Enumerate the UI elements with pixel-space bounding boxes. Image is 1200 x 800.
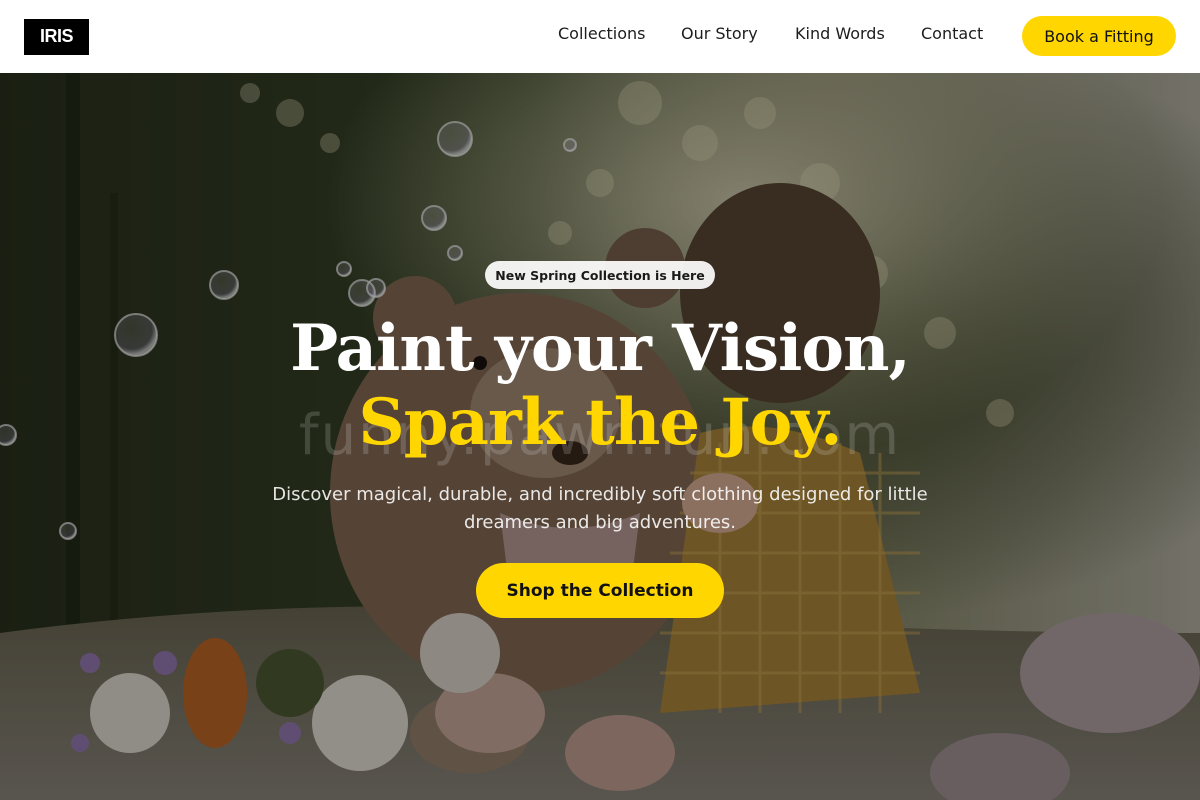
book-fitting-button[interactable]: Book a Fitting [1022,16,1176,56]
nav-link-kind-words[interactable]: Kind Words [795,24,885,43]
hero-content: funny.pawn.fun.com New Spring Collection… [0,73,1200,800]
nav-link-contact[interactable]: Contact [921,24,983,43]
hero-headline-accent: Spark the Joy. [358,385,843,460]
hero-headline: Paint your Vision, [290,311,911,386]
site-header: IRIS Collections Our Story Kind Words Co… [0,0,1200,73]
main-nav: Collections Our Story Kind Words Contact… [0,0,1200,73]
hero-subtitle: Discover magical, durable, and incredibl… [272,484,928,533]
hero-section: funny.pawn.fun.com New Spring Collection… [0,73,1200,800]
announcement-badge: New Spring Collection is Here [485,261,715,289]
shop-collection-button[interactable]: Shop the Collection [476,563,724,618]
nav-link-our-story[interactable]: Our Story [681,24,758,43]
nav-link-collections[interactable]: Collections [558,24,645,43]
